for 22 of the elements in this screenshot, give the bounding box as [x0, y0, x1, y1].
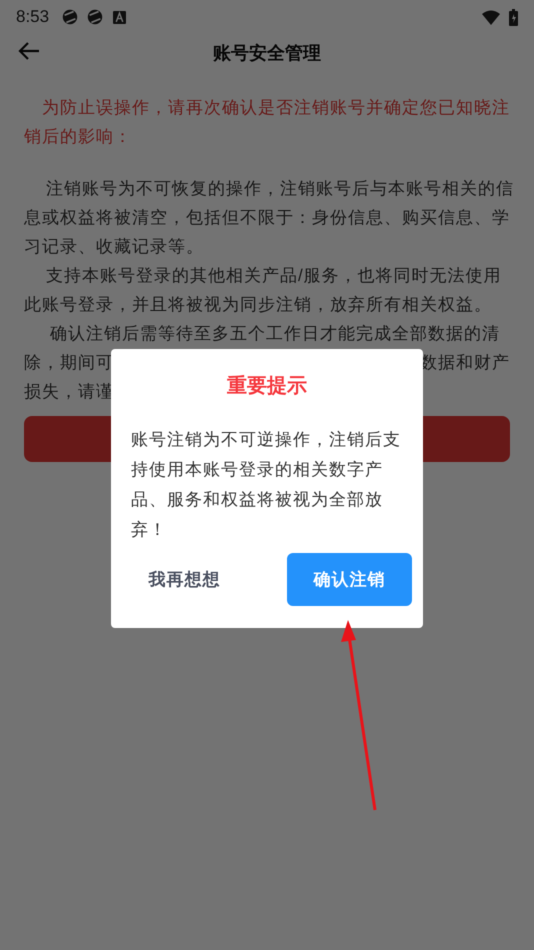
dialog-title: 重要提示 [227, 374, 307, 399]
battery-icon [509, 8, 518, 26]
paragraph-text: 息或权益将被清空，包括但不限于：身份信息、购买信息、学 [24, 207, 510, 229]
paragraph-text: 确认注销后需等待至多五个工作日才能完成全部数据的清 [50, 323, 500, 345]
wifi-icon [482, 10, 500, 24]
paragraph-text: 此账号登录，并且将被视为同步注销，放弃所有相关权益。 [24, 294, 492, 316]
warning-text: 销后的影响： [24, 126, 132, 148]
page-title: 账号安全管理 [213, 42, 321, 64]
paragraph-text: 除，期间可 [24, 352, 114, 374]
paragraph-text: 习记录、收藏记录等。 [24, 236, 204, 258]
app-notification-icon [61, 8, 80, 26]
app-notification-icon [86, 8, 104, 26]
cancel-button[interactable]: 我再想想 [122, 553, 247, 606]
keyboard-notification-icon [113, 10, 126, 24]
paragraph-text: 支持本账号登录的其他相关产品/服务，也将同时无法使用 [46, 265, 502, 287]
back-arrow-icon [18, 41, 40, 61]
dialog-message: 账号注销为不可逆操作，注销后支持使用本账号登录的相关数字产品、服务和权益将被视为全部放弃！ [131, 429, 402, 541]
paragraph-text: 注销账号为不可恢复的操作，注销账号后与本账号相关的信 [46, 178, 514, 200]
paragraph-text: 损失，请谨 [24, 381, 114, 403]
back-button[interactable] [18, 41, 40, 61]
status-time: 8:53 [16, 6, 50, 28]
warning-text: 为防止误操作，请再次确认是否注销账号并确定您已知晓注 [42, 97, 510, 119]
